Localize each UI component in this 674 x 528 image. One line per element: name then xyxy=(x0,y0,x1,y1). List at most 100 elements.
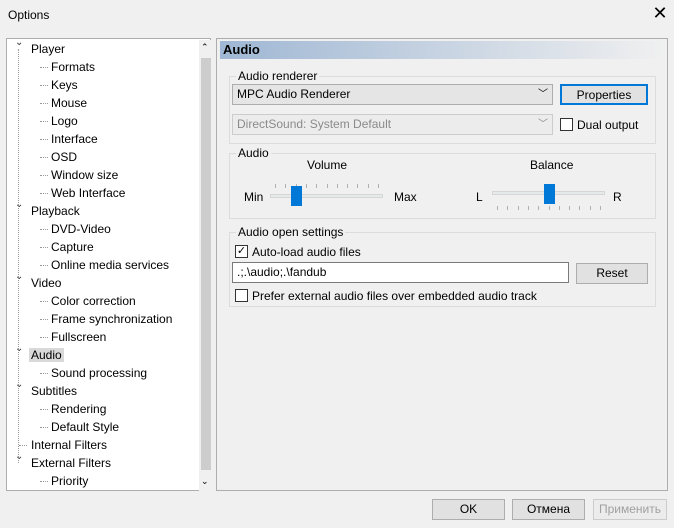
tree-item[interactable]: Frame synchronization xyxy=(49,310,174,328)
tree-connector xyxy=(40,103,48,104)
scroll-up-icon[interactable]: ⌃ xyxy=(201,42,209,53)
slider-tick xyxy=(285,184,287,188)
l-label: L xyxy=(476,190,483,204)
properties-button[interactable]: Properties xyxy=(560,84,648,105)
slider-tick xyxy=(357,184,359,188)
select-value: DirectSound: System Default xyxy=(237,117,392,131)
tree-connector xyxy=(40,247,48,248)
cancel-button[interactable]: Отмена xyxy=(512,499,585,520)
slider-thumb[interactable] xyxy=(290,186,302,206)
tree-item[interactable]: Sound processing xyxy=(49,364,149,382)
tree-item[interactable]: Default Style xyxy=(49,418,121,436)
tree-item[interactable]: Interface xyxy=(49,130,100,148)
tree-connector xyxy=(19,445,27,446)
options-tree[interactable]: Player ⌄ Formats Keys Mouse Logo Interface OSD W… xyxy=(6,37,211,491)
tree-item-label: Sound processing xyxy=(51,366,148,380)
tree-item[interactable]: DVD-Video xyxy=(49,220,113,238)
slider-tick xyxy=(569,206,571,210)
tree-item-label: Keys xyxy=(51,78,78,92)
scroll-down-icon[interactable]: ⌄ xyxy=(201,476,209,487)
tree-item-label: Interface xyxy=(51,132,98,146)
close-icon[interactable]: ✕ xyxy=(650,4,670,24)
tree-item[interactable]: Window size xyxy=(49,166,120,184)
tree-item-label: Web Interface xyxy=(51,186,126,200)
reset-button[interactable]: Reset xyxy=(576,263,648,284)
autoload-checkbox[interactable]: ✓ xyxy=(235,245,248,258)
tree-item-label: Mouse xyxy=(51,96,88,110)
tree-item[interactable]: Audio xyxy=(29,346,64,364)
tree-item[interactable]: Web Interface xyxy=(49,184,127,202)
tree-item[interactable]: Online media services xyxy=(49,256,171,274)
tree-scrollbar[interactable]: ⌃ ⌄ xyxy=(199,40,211,491)
tree-item[interactable]: Fullscreen xyxy=(49,328,108,346)
group-caption: Audio xyxy=(236,146,271,160)
tree-connector xyxy=(40,121,48,122)
tree-item[interactable]: Internal Filters xyxy=(29,436,109,454)
min-label: Min xyxy=(244,190,264,204)
slider-tick xyxy=(316,184,318,188)
apply-button[interactable]: Применить xyxy=(593,499,667,520)
chevron-down-icon[interactable]: ⌄ xyxy=(15,37,23,48)
tree-item-label: Color correction xyxy=(51,294,136,308)
tree-item-label: Player xyxy=(31,42,66,56)
tree-connector xyxy=(40,175,48,176)
dual-output-label: Dual output xyxy=(577,118,639,132)
prefer-external-checkbox[interactable] xyxy=(235,289,248,302)
tree-item[interactable]: Player xyxy=(29,40,67,58)
tree-item-label: Formats xyxy=(51,60,96,74)
volume-label: Volume xyxy=(307,158,348,172)
tree-item-label: Logo xyxy=(51,114,78,128)
tree-item-label: External Filters xyxy=(31,456,112,470)
tree-item-label: Capture xyxy=(51,240,94,254)
tree-item[interactable]: External Filters xyxy=(29,454,113,472)
tree-item[interactable]: Keys xyxy=(49,76,80,94)
volume-slider[interactable] xyxy=(270,179,383,209)
tree-item[interactable]: Priority xyxy=(49,472,90,490)
chevron-down-icon[interactable]: ⌄ xyxy=(15,451,23,462)
tree-connector xyxy=(40,67,48,68)
slider-tick xyxy=(579,206,581,210)
ok-button[interactable]: OK xyxy=(432,499,505,520)
tree-connector xyxy=(18,49,19,463)
audio-renderer-select[interactable]: MPC Audio Renderer ﹀ xyxy=(232,84,553,105)
slider-thumb[interactable] xyxy=(543,184,555,204)
group-caption: Audio open settings xyxy=(236,225,346,239)
tree-item[interactable]: Video xyxy=(29,274,63,292)
tree-connector xyxy=(40,409,48,410)
chevron-down-icon[interactable]: ⌄ xyxy=(15,199,23,210)
slider-tick xyxy=(326,184,328,188)
slider-tick xyxy=(548,206,550,210)
tree-connector xyxy=(40,193,48,194)
chevron-down-icon: ﹀ xyxy=(538,119,548,130)
tree-item[interactable]: Rendering xyxy=(49,400,108,418)
tree-item[interactable]: Formats xyxy=(49,58,97,76)
chevron-down-icon[interactable]: ⌄ xyxy=(15,271,23,282)
scrollbar-thumb[interactable] xyxy=(201,58,211,470)
audio-device-select[interactable]: DirectSound: System Default ﹀ xyxy=(232,114,553,135)
tree-connector xyxy=(40,265,48,266)
tree-item[interactable]: Logo xyxy=(49,112,80,130)
audio-paths-input[interactable]: .;.\audio;.\fandub xyxy=(232,262,569,283)
tree-item[interactable]: Subtitles xyxy=(29,382,79,400)
balance-slider[interactable] xyxy=(492,184,605,214)
dual-output-checkbox[interactable] xyxy=(560,118,573,131)
autoload-label: Auto-load audio files xyxy=(252,245,361,259)
tree-item-label: Playback xyxy=(31,204,80,218)
chevron-down-icon[interactable]: ⌄ xyxy=(15,343,23,354)
chevron-down-icon[interactable]: ⌄ xyxy=(15,379,23,390)
balance-label: Balance xyxy=(530,158,574,172)
tree-connector xyxy=(40,427,48,428)
slider-tick xyxy=(497,206,498,210)
tree-item[interactable]: Capture xyxy=(49,238,96,256)
tree-item-label: DVD-Video xyxy=(51,222,111,236)
tree-item[interactable]: Mouse xyxy=(49,94,89,112)
tree-item[interactable]: Playback xyxy=(29,202,82,220)
slider-tick xyxy=(527,206,529,210)
r-label: R xyxy=(613,190,622,204)
tree-item[interactable]: OSD xyxy=(49,148,79,166)
tree-item[interactable]: Color correction xyxy=(49,292,138,310)
settings-panel: Audio Audio renderer MPC Audio Renderer ﹀… xyxy=(216,38,668,491)
select-value: MPC Audio Renderer xyxy=(237,87,351,101)
tree-item-label: Default Style xyxy=(51,420,120,434)
tree-item-label: Internal Filters xyxy=(31,438,108,452)
